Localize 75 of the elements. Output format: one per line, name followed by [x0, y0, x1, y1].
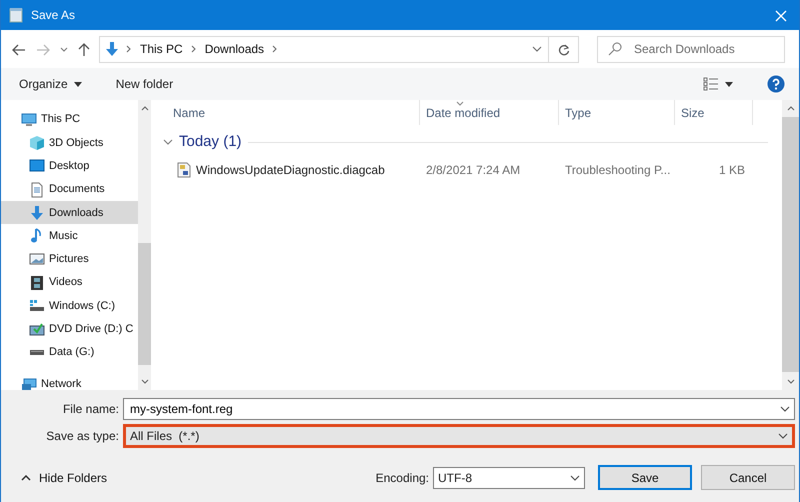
file-name[interactable]: WindowsUpdateDiagnostic.diagcab [196, 160, 385, 178]
chevron-down-icon[interactable] [163, 137, 173, 148]
scroll-up-icon [140, 106, 148, 111]
chevron-right-icon [272, 45, 278, 53]
file-type: Troubleshooting P... [564, 162, 672, 178]
forward-arrow-icon [36, 44, 50, 56]
field-label: Encoding: [376, 470, 429, 486]
nav-pane-item[interactable]: Desktop [1, 154, 138, 178]
cancel-button[interactable]: Cancel [701, 465, 795, 490]
nav-pane-item[interactable]: Data (G:) [1, 340, 138, 364]
monitor-icon [29, 158, 45, 174]
field-label: File name: [62, 401, 119, 418]
new-folder-button[interactable]: New folder [112, 73, 178, 95]
chevron-down-icon [570, 474, 580, 480]
up-arrow-icon [78, 42, 90, 57]
scrollbar[interactable] [782, 100, 799, 390]
refresh-icon [558, 44, 570, 56]
back-arrow-icon [12, 44, 26, 56]
file-type-dropdown[interactable]: All Files (*.*) [123, 424, 795, 448]
hide-folders-button[interactable]: Hide Folders [15, 468, 114, 488]
column-header[interactable]: Date modified [420, 100, 559, 125]
notepad-icon [9, 7, 23, 23]
caret-down-icon [725, 82, 733, 86]
file-icon [177, 162, 191, 178]
caret-down-icon [74, 82, 82, 86]
chevron-down-icon [780, 406, 790, 412]
column-header[interactable]: Name [151, 100, 420, 125]
document-icon [29, 182, 45, 198]
column-header[interactable]: Type [559, 100, 675, 125]
search-icon [608, 42, 622, 56]
file-size: 1 KB [718, 162, 746, 178]
help-icon [767, 75, 785, 93]
chevron-right-icon [126, 45, 132, 53]
download-icon [29, 204, 45, 221]
cube-icon [29, 134, 45, 151]
nav-pane-item[interactable]: Videos [1, 271, 138, 294]
details-view-icon [703, 77, 719, 91]
network-icon [21, 376, 37, 390]
scroll-down-icon [140, 379, 148, 384]
column-header[interactable]: Size [675, 100, 753, 125]
breadcrumb-item[interactable]: Downloads [202, 40, 266, 58]
chevron-down-icon [778, 433, 788, 439]
download-icon [104, 41, 120, 57]
picture-frame-icon [29, 251, 45, 268]
nav-pane-item[interactable]: Downloads [1, 201, 138, 224]
sort-indicator-icon [456, 101, 464, 106]
search-box[interactable]: Search Downloads [597, 36, 785, 62]
nav-pane-item[interactable]: DVD Drive (D:) C [1, 318, 138, 341]
breadcrumb-item[interactable]: This PC [138, 40, 185, 58]
nav-pane-item[interactable]: This PC [1, 108, 138, 132]
date-modified: 2/8/2021 7:24 AM [425, 162, 522, 178]
computer-icon [21, 112, 37, 128]
window-title: Save As [31, 7, 76, 24]
film-icon [29, 274, 45, 291]
save-button[interactable]: Save [598, 465, 692, 490]
group-header[interactable]: Today (1) [179, 131, 242, 154]
scrollbar[interactable] [138, 100, 151, 390]
disc-drive-icon [29, 321, 45, 338]
nav-pane-item[interactable]: Music [1, 224, 138, 248]
chevron-down-icon [532, 46, 542, 52]
chevron-down-icon [60, 46, 68, 53]
nav-pane-item[interactable]: Pictures [1, 248, 138, 272]
field-label: Save as type: [45, 428, 119, 445]
chevron-up-icon [21, 474, 31, 480]
nav-pane-item[interactable]: Windows (C:) [1, 294, 138, 318]
scroll-down-icon [786, 379, 794, 384]
encoding-dropdown[interactable]: UTF-8 [433, 466, 585, 488]
organize-menu-button[interactable]: Organize [15, 73, 86, 95]
nav-pane-item[interactable]: 3D Objects [1, 131, 138, 155]
scroll-up-icon [786, 106, 794, 111]
chevron-right-icon [190, 45, 197, 53]
address-bar[interactable]: This PC Downloads [99, 36, 579, 62]
close-icon [775, 10, 787, 22]
nav-pane-item[interactable]: Documents [1, 178, 138, 202]
drive-icon [29, 350, 45, 356]
